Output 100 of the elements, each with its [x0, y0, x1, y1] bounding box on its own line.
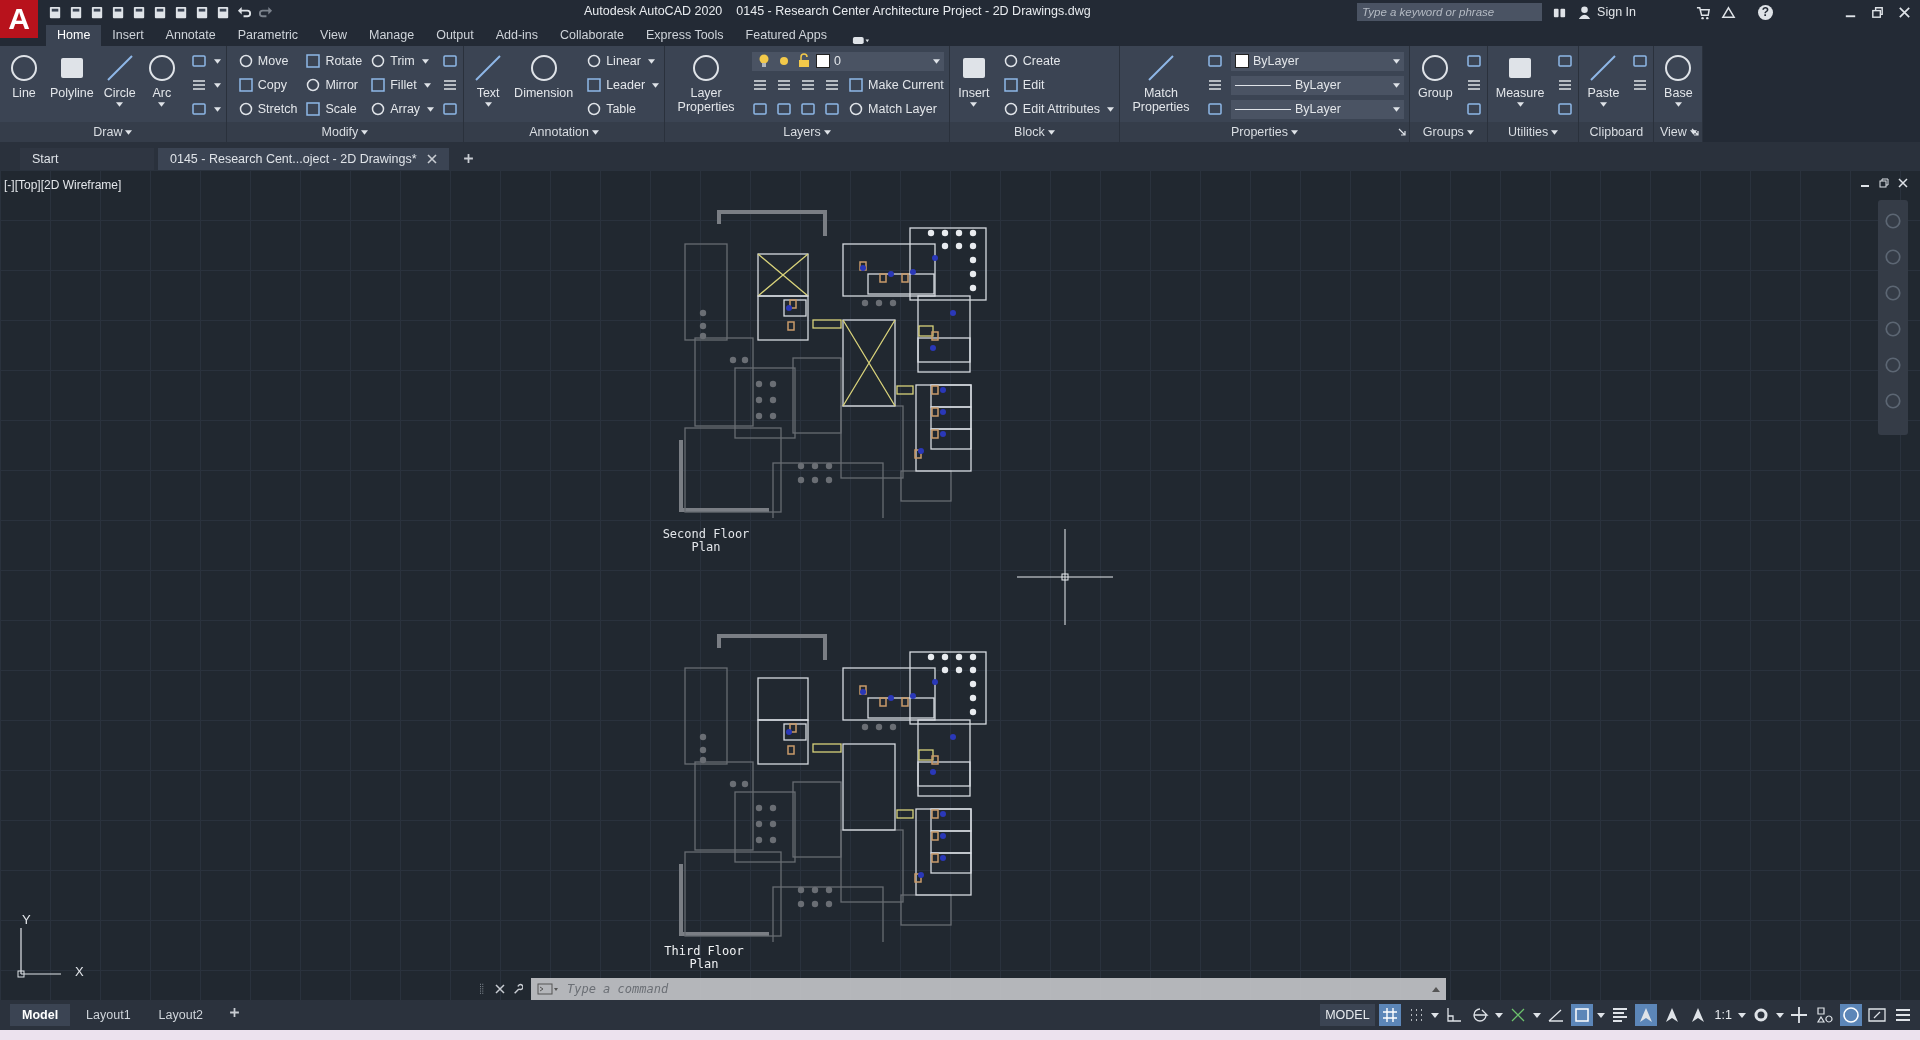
quick-access-icon[interactable] [174, 4, 189, 20]
panel-title-button[interactable]: Utilities [1507, 125, 1559, 139]
new-layout-icon[interactable] [229, 1006, 241, 1018]
search-field[interactable]: Type a keyword or phrase [1357, 3, 1543, 21]
undo-icon[interactable] [237, 4, 252, 20]
expand-icon[interactable] [1432, 986, 1440, 992]
line-dropdown[interactable]: ByLayer [1230, 75, 1404, 95]
close-icon[interactable] [495, 983, 505, 995]
layout-tab[interactable]: Model [10, 1004, 71, 1026]
layer-dropdown[interactable]: 0 [752, 51, 944, 71]
ribbon-tool-button[interactable]: Trim [370, 51, 435, 71]
ribbon-tab[interactable]: Home [46, 25, 102, 46]
triangle-icon[interactable] [1721, 4, 1736, 20]
quick-access-icon[interactable] [216, 4, 231, 20]
ribbon-tool-button[interactable]: Array [370, 99, 435, 119]
ribbon-tool-button[interactable]: Paste [1584, 50, 1623, 109]
launcher-icon[interactable] [1397, 128, 1406, 136]
ribbon-tool-button[interactable]: Insert [954, 50, 993, 109]
ribbon-tab[interactable]: Express Tools [635, 25, 735, 46]
ribbon-tool-button[interactable]: Scale [305, 99, 363, 119]
launcher-icon[interactable] [1691, 128, 1700, 136]
caret-icon[interactable] [1596, 1012, 1605, 1018]
panel-title-button[interactable]: View [1659, 125, 1697, 139]
annotation-scale-button[interactable]: 1:1 [1712, 1008, 1734, 1022]
annotation-toggle-icon[interactable] [1634, 1004, 1657, 1026]
ribbon-tab[interactable]: Add-ins [484, 25, 550, 46]
caret-icon[interactable] [1532, 1012, 1541, 1018]
quick-access-icon[interactable] [132, 4, 147, 20]
accel-toggle-icon[interactable] [1840, 1004, 1862, 1026]
ribbon-tool-button[interactable]: Measure [1492, 50, 1548, 109]
panel-title-button[interactable]: Draw [93, 125, 133, 139]
osnap-toggle-icon[interactable] [1570, 1004, 1593, 1026]
ribbon-tool-button[interactable]: Mirror [305, 75, 363, 95]
ribbon-tool-button[interactable]: Linear [586, 51, 660, 71]
ribbon-tool-button[interactable]: Copy [237, 75, 298, 95]
panel-title-button[interactable]: Clipboard [1589, 125, 1644, 139]
cart-icon[interactable] [1696, 4, 1711, 20]
close-icon[interactable] [1897, 4, 1912, 20]
panel-title-button[interactable]: Annotation [529, 125, 599, 139]
ribbon-tool-button[interactable]: Leader [586, 75, 660, 95]
help-button[interactable]: ? [1758, 4, 1773, 20]
caret-icon[interactable] [1776, 1012, 1784, 1018]
panel-title-button[interactable]: Block [1014, 125, 1055, 139]
color-dropdown[interactable]: ByLayer [1230, 51, 1404, 71]
ribbon-tab[interactable]: Manage [357, 25, 426, 46]
plus-toggle-icon[interactable] [1788, 1004, 1810, 1026]
close-icon[interactable] [426, 154, 437, 164]
wrench-icon[interactable] [513, 983, 523, 995]
model-space-button[interactable]: MODEL [1320, 1004, 1375, 1026]
ribbon-tool-button[interactable]: Table [586, 99, 660, 119]
ribbon-tool-button[interactable]: Group [1414, 50, 1456, 102]
ribbon-tool-button[interactable]: Text [469, 50, 508, 109]
ribbon-tool-button[interactable]: Fillet [370, 75, 435, 95]
redo-icon[interactable] [258, 4, 273, 20]
viewport-controls-label[interactable]: [-][Top][2D Wireframe] [4, 178, 122, 192]
ribbon-tool-button[interactable]: Make Current [848, 75, 944, 95]
ribbon-tool-button[interactable]: Edit [1002, 75, 1114, 95]
toggle-icon[interactable] [851, 35, 870, 46]
prompt-icon[interactable] [537, 983, 559, 995]
ribbon-tab[interactable]: Annotate [154, 25, 227, 46]
ribbon-tool-button[interactable]: Dimension [511, 50, 577, 102]
quick-access-icon[interactable] [111, 4, 126, 20]
ribbon-tool-button[interactable]: Match Layer [848, 99, 944, 119]
drawing-canvas[interactable]: [-][Top][2D Wireframe] Second Floor Plan Third Floor Plan Y X Type a command [0, 170, 1920, 1000]
caret-icon[interactable] [1430, 1012, 1439, 1018]
ribbon-tool-button[interactable]: Line [5, 50, 43, 102]
panel-title-button[interactable]: Layers [783, 125, 831, 139]
ribbon-tab[interactable]: Output [425, 25, 485, 46]
ribbon-tab[interactable]: Featured Apps [734, 25, 838, 46]
ribbon-tool-button[interactable]: Polyline [47, 50, 97, 102]
ribbon-tab[interactable]: Collaborate [549, 25, 635, 46]
layout-tab[interactable]: Layout2 [146, 1004, 216, 1026]
panel-title-button[interactable]: Modify [321, 125, 369, 139]
ribbon-tool-button[interactable]: Create [1002, 51, 1114, 71]
file-tab[interactable]: 0145 - Research Cent...oject - 2D Drawings* [158, 148, 449, 170]
line-dropdown[interactable]: ByLayer [1230, 99, 1404, 119]
panel-title-button[interactable]: Groups [1422, 125, 1474, 139]
application-menu-button[interactable]: A [0, 0, 38, 38]
quick-access-icon[interactable] [48, 4, 63, 20]
ribbon-tool-button[interactable]: Stretch [237, 99, 298, 119]
grid-toggle-icon[interactable] [1378, 1004, 1401, 1026]
quick-access-icon[interactable] [69, 4, 84, 20]
ribbon-tool-button[interactable]: Circle [100, 50, 139, 109]
ribbon-tab[interactable]: View [309, 25, 358, 46]
ribbon-tool-button[interactable]: Match Properties [1124, 50, 1197, 116]
caret-icon[interactable] [1738, 1012, 1746, 1018]
ribbon-tab[interactable]: Parametric [226, 25, 310, 46]
close-icon[interactable] [1898, 178, 1908, 188]
ribbon-tool-button[interactable]: Rotate [305, 51, 363, 71]
ribbon-tool-button[interactable]: Layer Properties [670, 50, 743, 116]
quick-access-icon[interactable] [195, 4, 210, 20]
ribbon-tool-button[interactable]: Base [1659, 50, 1698, 109]
restore-icon[interactable] [1870, 4, 1885, 20]
ribbon-tool-button[interactable]: Edit Attributes [1002, 99, 1114, 119]
command-line-field[interactable]: Type a command [531, 978, 1446, 1000]
layout-tab[interactable]: Layout1 [74, 1004, 143, 1026]
ribbon-tool-button[interactable]: Arc [142, 50, 181, 109]
file-tab[interactable]: Start [20, 148, 154, 170]
new-tab-icon[interactable] [462, 153, 474, 164]
panel-title-button[interactable]: Properties [1230, 125, 1298, 139]
